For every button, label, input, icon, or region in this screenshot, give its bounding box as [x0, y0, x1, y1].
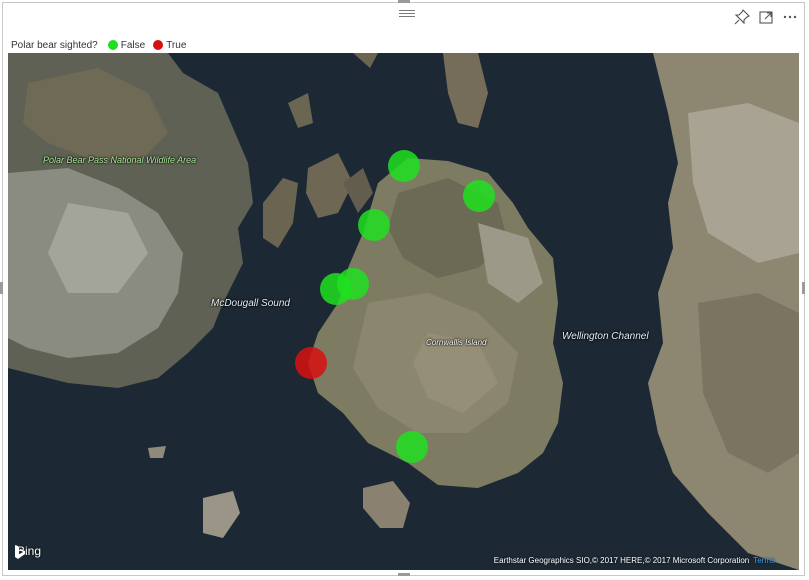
legend-dot-true — [153, 40, 164, 50]
focus-mode-icon[interactable] — [758, 9, 774, 25]
terms-link[interactable]: Terms — [753, 556, 775, 565]
sighting-marker-true[interactable] — [294, 347, 327, 380]
map-attribution: Earthstar Geographics SIO,© 2017 HERE,© … — [494, 556, 775, 565]
legend-title: Polar bear sighted? — [11, 39, 98, 51]
map-terrain — [8, 53, 799, 570]
legend-dot-false — [107, 40, 118, 50]
legend-item-false[interactable]: False — [107, 39, 146, 51]
legend-label-true: True — [166, 39, 187, 51]
more-options-icon[interactable] — [782, 9, 798, 25]
resize-handle-left[interactable] — [0, 282, 3, 294]
label-mcdougall-sound: McDougall Sound — [211, 298, 290, 309]
satellite-map[interactable]: Polar Bear Pass National Wildlife Area M… — [8, 53, 799, 570]
pin-icon[interactable] — [734, 9, 750, 25]
attribution-text: Earthstar Geographics SIO,© 2017 HERE,© … — [493, 556, 750, 565]
legend-label-false: False — [120, 39, 146, 51]
resize-handle-top[interactable] — [398, 0, 410, 3]
legend-item-true[interactable]: True — [153, 40, 186, 51]
label-cornwallis-island: Cornwallis Island — [426, 338, 487, 347]
label-wellington-channel: Wellington Channel — [562, 331, 649, 342]
sighting-marker-false[interactable] — [387, 150, 420, 183]
bing-logo-icon — [15, 545, 25, 559]
legend: Polar bear sighted? False True — [11, 38, 194, 52]
sighting-marker-false[interactable] — [395, 430, 428, 463]
resize-handle-bottom[interactable] — [398, 573, 410, 576]
resize-handle-right[interactable] — [802, 282, 805, 294]
drag-handle-icon[interactable] — [399, 8, 415, 18]
label-polar-bear-pass: Polar Bear Pass National Wildlife Area — [43, 155, 197, 165]
sighting-marker-false[interactable] — [463, 179, 496, 212]
bing-logo: Bing — [14, 544, 41, 559]
